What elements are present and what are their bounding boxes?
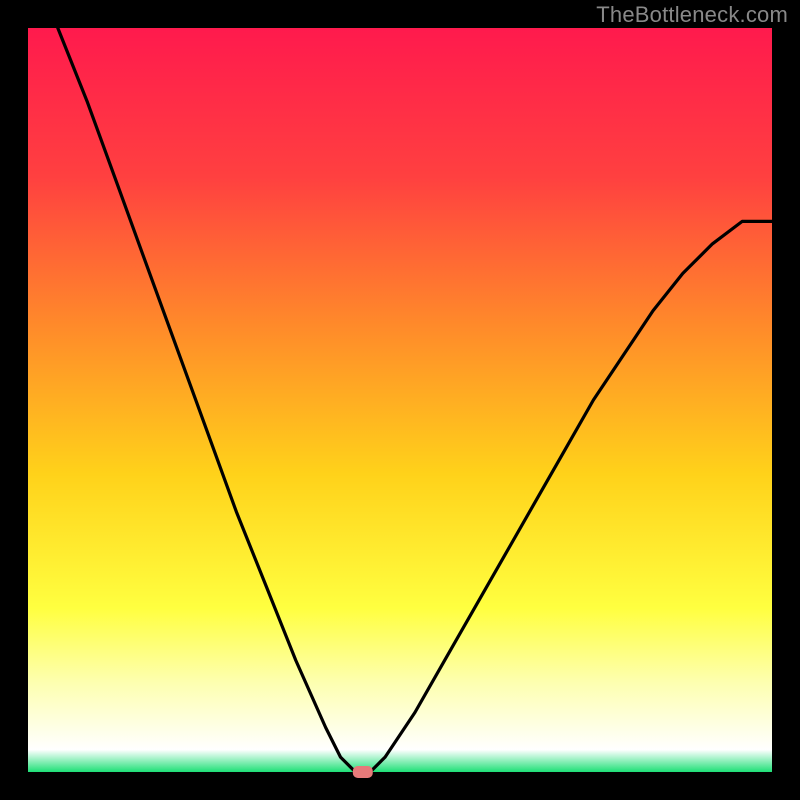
watermark-text: TheBottleneck.com	[596, 2, 788, 28]
optimal-point-marker	[353, 766, 373, 778]
bottleneck-chart	[0, 0, 800, 800]
chart-background	[28, 28, 772, 772]
chart-frame: TheBottleneck.com	[0, 0, 800, 800]
